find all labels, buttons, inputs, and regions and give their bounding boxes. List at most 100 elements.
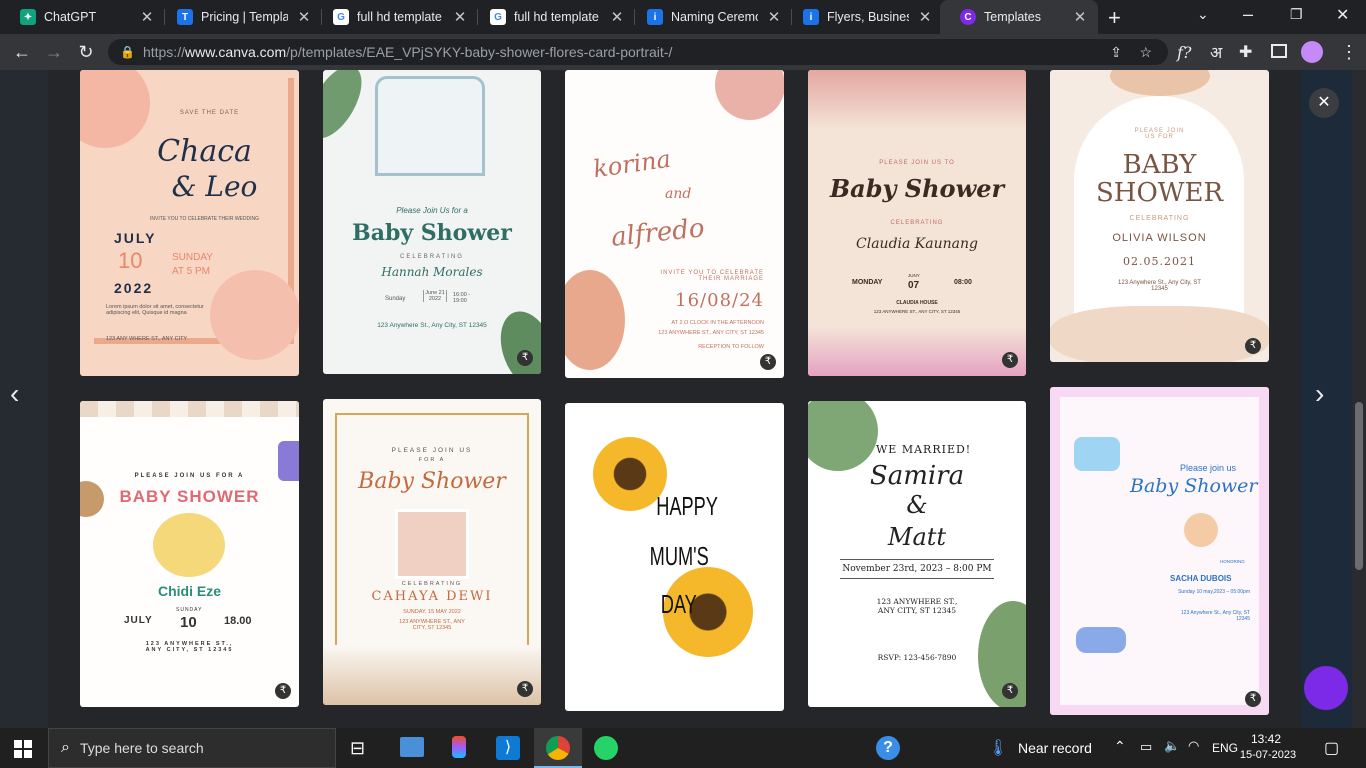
pc-app-icon[interactable] — [400, 737, 424, 757]
back-icon[interactable]: ← — [6, 42, 38, 63]
task-view-icon[interactable]: ⊟ — [350, 738, 365, 759]
search-placeholder: Type here to search — [79, 740, 204, 756]
prev-arrow-icon[interactable]: ‹ — [10, 378, 19, 410]
flower-decoration — [565, 270, 625, 370]
tab-google-1[interactable]: G full hd template c ✕ — [313, 0, 478, 34]
volume-icon[interactable]: 🔈 — [1164, 738, 1180, 754]
help-app-icon[interactable]: ? — [876, 736, 900, 760]
close-tab-icon[interactable]: ✕ — [452, 8, 468, 26]
tab-title: full hd template c — [357, 10, 444, 24]
extensions-puzzle-icon[interactable]: ✚ — [1239, 42, 1252, 62]
card-text: JULY — [124, 615, 153, 626]
card-title: Baby Shower — [352, 220, 512, 246]
tab-title: ChatGPT — [44, 10, 97, 24]
price-badge-icon: ₹ — [1245, 691, 1261, 707]
card-text: CLAUDIA HOUSE — [896, 300, 938, 306]
page-content: ‹ › ✕ SAVE THE DATE Chaca & Leo INVITE Y… — [0, 70, 1366, 728]
close-tab-icon[interactable]: ✕ — [609, 8, 625, 26]
template-card-sacha-dubois[interactable]: Please join us Baby Shower HONORING SACH… — [1050, 387, 1269, 715]
browser-menu-icon[interactable]: ⋮ — [1340, 42, 1358, 63]
language-indicator[interactable]: ENG — [1212, 741, 1238, 755]
chrome-icon — [546, 736, 570, 760]
tab-chatgpt[interactable]: ✦ ChatGPT ✕ — [0, 0, 165, 34]
wifi-icon[interactable]: ◠ — [1188, 738, 1199, 754]
address-bar[interactable]: 🔒 https://www.canva.com/p/templates/EAE_… — [108, 39, 1168, 65]
vscode-icon[interactable]: ⟩ — [496, 736, 520, 760]
template-card-korina-alfredo[interactable]: korina and alfredo INVITE YOU TO CELEBRA… — [565, 70, 784, 378]
tab-templates-active[interactable]: C Templates ✕ — [940, 0, 1098, 34]
price-badge-icon: ₹ — [1002, 683, 1018, 699]
card-text: INVITE YOU TO CELEBRATE THEIR MARRIAGE — [660, 270, 764, 282]
price-badge-icon: ₹ — [517, 350, 533, 366]
tab-naming-ceremony[interactable]: i Naming Ceremo ✕ — [627, 0, 792, 34]
close-tab-icon[interactable]: ✕ — [1072, 8, 1088, 26]
windows-start-icon[interactable] — [14, 740, 32, 758]
card-text: Lorem ipsum dolor sit amet, consectetur … — [106, 304, 204, 316]
browser-toolbar: ← → ↻ 🔒 https://www.canva.com/p/template… — [0, 34, 1366, 70]
card-text: MONDAY — [852, 279, 883, 286]
tab-strip: ✦ ChatGPT ✕ T Pricing | Template ✕ G ful… — [0, 0, 1366, 34]
restore-icon[interactable]: ❐ — [1290, 6, 1303, 23]
card-text: Claudia Kaunang — [856, 236, 978, 252]
close-tab-icon[interactable]: ✕ — [139, 8, 155, 26]
whatsapp-icon[interactable] — [594, 736, 618, 760]
tab-flyers[interactable]: i Flyers, Business C ✕ — [783, 0, 943, 34]
help-fab[interactable] — [1304, 666, 1348, 710]
hindi-extension-icon[interactable]: अ — [1210, 41, 1222, 63]
card-text: 123 ANYWHERE ST., ANY CITY, ST 12345 — [873, 309, 961, 314]
forward-icon[interactable]: → — [38, 42, 70, 63]
template-card-hannah-morales[interactable]: Please Join Us for a Baby Shower CELEBRA… — [323, 70, 541, 374]
template-card-claudia-kaunang[interactable]: PLEASE JOIN US TO Baby Shower CELEBRATIN… — [808, 70, 1026, 376]
weather-text[interactable]: Near record — [1018, 740, 1092, 756]
formula-extension-icon[interactable]: f? — [1177, 43, 1192, 62]
template-card-samira-matt[interactable]: WE MARRIED! Samira & Matt November 23rd,… — [808, 401, 1026, 707]
tray-chevron-icon[interactable]: ⌃ — [1114, 738, 1126, 755]
clock-date[interactable]: 15-07-2023 — [1236, 749, 1300, 761]
new-tab-button[interactable]: + — [1108, 5, 1121, 31]
template-card-chidi-eze[interactable]: PLEASE JOIN US FOR A BABY SHOWER Chidi E… — [80, 401, 299, 707]
card-text: PLEASE JOIN US TO — [879, 160, 955, 166]
baby-photo — [395, 509, 469, 579]
scrollbar-thumb[interactable] — [1355, 402, 1363, 570]
template-card-happy-mums-day[interactable]: HAPPY MUM'S DAY — [565, 403, 784, 711]
page-scrollbar[interactable] — [1352, 70, 1366, 728]
card-text: PLEASE JOIN US FOR A — [134, 473, 245, 479]
tab-search-icon[interactable]: ⌄ — [1197, 6, 1209, 23]
card-title: Baby Shower — [829, 174, 1005, 203]
tab-pricing[interactable]: T Pricing | Template ✕ — [157, 0, 322, 34]
chrome-taskbar-button[interactable] — [534, 728, 582, 768]
template-card-chaca-leo[interactable]: SAVE THE DATE Chaca & Leo INVITE YOU TO … — [80, 70, 299, 376]
figma-icon[interactable] — [452, 736, 466, 758]
template-card-cahaya-dewi[interactable]: PLEASE JOIN US FOR A Baby Shower CELEBRA… — [323, 399, 541, 705]
tab-title: Templates — [984, 10, 1041, 24]
card-text: 2022 — [114, 280, 154, 296]
card-text: 08:00 — [954, 279, 972, 286]
battery-icon[interactable]: ▭ — [1140, 739, 1152, 755]
card-text: Chidi Eze — [157, 583, 221, 599]
bookmark-star-icon[interactable]: ☆ — [1139, 44, 1152, 61]
side-panel-icon[interactable] — [1271, 44, 1287, 58]
profile-avatar[interactable] — [1301, 41, 1323, 63]
price-badge-icon: ₹ — [517, 681, 533, 697]
close-tab-icon[interactable]: ✕ — [296, 8, 312, 26]
close-tab-icon[interactable]: ✕ — [917, 8, 933, 26]
card-text: Please join us — [1180, 463, 1237, 473]
clock-time[interactable]: 13:42 — [1244, 732, 1288, 746]
card-text: 123 Anywhere St., Any City, ST 12345 — [1180, 610, 1250, 622]
next-arrow-icon[interactable]: › — [1315, 378, 1324, 410]
notifications-icon[interactable]: ▢ — [1324, 738, 1339, 758]
card-text: HONORING — [1220, 559, 1245, 564]
close-modal-icon[interactable]: ✕ — [1309, 88, 1339, 118]
taskbar-search-box[interactable]: ⌕ Type here to search — [48, 728, 336, 768]
background-page-left — [0, 70, 48, 728]
card-title: Baby Shower — [1130, 475, 1258, 497]
template-card-olivia-wilson[interactable]: PLEASE JOIN US FOR BABY SHOWER CELEBRATI… — [1050, 70, 1269, 362]
flower-decoration — [715, 70, 784, 120]
reload-icon[interactable]: ↻ — [70, 42, 102, 63]
share-icon[interactable]: ⇪ — [1110, 44, 1122, 61]
close-window-icon[interactable]: ✕ — [1336, 5, 1349, 25]
tab-google-2[interactable]: G full hd template c ✕ — [470, 0, 635, 34]
close-tab-icon[interactable]: ✕ — [766, 8, 782, 26]
card-title: & — [906, 491, 928, 519]
minimize-icon[interactable]: – — [1243, 4, 1253, 25]
